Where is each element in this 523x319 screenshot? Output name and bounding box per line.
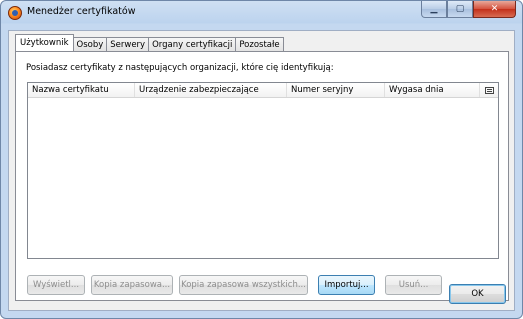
column-header-security-device[interactable]: Urządzenie zabezpieczające bbox=[135, 83, 287, 97]
window-title: Menedżer certyfikatów bbox=[27, 6, 136, 17]
firefox-app-icon bbox=[8, 6, 22, 20]
view-button[interactable]: Wyświetl... bbox=[27, 275, 85, 295]
backup-all-button[interactable]: Kopia zapasowa wszystkich... bbox=[179, 275, 308, 295]
column-picker-icon bbox=[484, 86, 494, 94]
tab-panel-user: Posiadasz certyfikaty z następujących or… bbox=[15, 51, 509, 301]
window-controls: ▁ ▢ ✕ bbox=[421, 1, 516, 19]
maximize-button[interactable]: ▢ bbox=[447, 1, 473, 18]
tab-servers[interactable]: Serwery bbox=[106, 37, 150, 51]
maximize-icon: ▢ bbox=[455, 4, 465, 14]
tab-strip: Użytkownik Osoby Serwery Organy certyfik… bbox=[15, 34, 284, 51]
action-button-row: Wyświetl... Kopia zapasowa... Kopia zapa… bbox=[27, 275, 448, 295]
backup-button[interactable]: Kopia zapasowa... bbox=[91, 275, 173, 295]
delete-button[interactable]: Usuń... bbox=[385, 275, 442, 295]
column-header-certificate-name[interactable]: Nazwa certyfikatu bbox=[28, 83, 135, 97]
minimize-button[interactable]: ▁ bbox=[421, 1, 447, 18]
title-bar[interactable]: Menedżer certyfikatów ▁ ▢ ✕ bbox=[1, 1, 522, 25]
ok-button[interactable]: OK bbox=[449, 284, 506, 304]
column-header-serial-number[interactable]: Numer seryjny bbox=[287, 83, 385, 97]
close-button[interactable]: ✕ bbox=[473, 1, 516, 18]
table-header: Nazwa certyfikatu Urządzenie zabezpiecza… bbox=[28, 83, 498, 98]
column-picker-button[interactable] bbox=[480, 83, 498, 97]
tab-people[interactable]: Osoby bbox=[72, 37, 108, 51]
tab-user[interactable]: Użytkownik bbox=[15, 34, 74, 51]
certificate-table[interactable]: Nazwa certyfikatu Urządzenie zabezpiecza… bbox=[27, 82, 499, 259]
certificate-manager-window: Menedżer certyfikatów ▁ ▢ ✕ Użytkownik O… bbox=[0, 0, 523, 319]
import-button[interactable]: Importuj... bbox=[318, 275, 375, 295]
minimize-icon: ▁ bbox=[430, 4, 438, 14]
column-header-expires-on[interactable]: Wygasa dnia bbox=[385, 83, 480, 97]
tab-other[interactable]: Pozostałe bbox=[235, 37, 284, 51]
close-icon: ✕ bbox=[490, 4, 499, 14]
tab-authorities[interactable]: Organy certyfikacji bbox=[148, 37, 237, 51]
panel-description: Posiadasz certyfikaty z następujących or… bbox=[26, 63, 334, 73]
dialog-client-area: Użytkownik Osoby Serwery Organy certyfik… bbox=[8, 30, 515, 311]
